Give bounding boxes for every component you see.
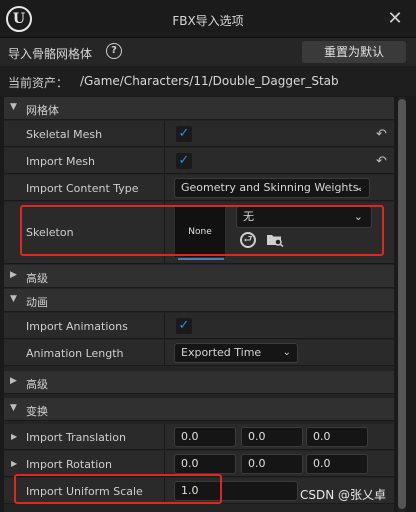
section-label: 动画	[26, 296, 48, 309]
prop-label: Import Translation	[26, 431, 126, 444]
prop-label: Animation Length	[26, 347, 124, 360]
chevron-down-icon: ▼	[10, 102, 17, 112]
dialog-header: 导入骨骼网格体 ? 重置为默认	[0, 38, 416, 66]
prop-import-animations: Import Animations ✓	[4, 313, 394, 339]
prop-skeleton: Skeleton None 无 ⌄ ⮐	[4, 202, 394, 264]
current-asset-label: 当前资产：	[8, 76, 69, 90]
column-divider	[164, 451, 165, 476]
chevron-right-icon[interactable]: ▶	[11, 432, 17, 441]
translation-x-field[interactable]: 0.0	[174, 427, 236, 447]
animation-length-dropdown[interactable]: Exported Time ⌄	[174, 343, 298, 363]
chevron-right-icon: ▶	[10, 376, 17, 386]
chevron-down-icon: ▼	[10, 403, 17, 413]
skeletal-mesh-checkbox[interactable]: ✓	[176, 126, 192, 142]
skeleton-dropdown[interactable]: 无 ⌄	[236, 206, 372, 228]
import-mesh-checkbox[interactable]: ✓	[176, 153, 192, 169]
chevron-down-icon: ⌄	[282, 347, 291, 358]
section-label: 变换	[26, 405, 48, 418]
property-panel: ▼ 网格体 Skeletal Mesh ✓ ↶ Import Mesh ✓ ↶ …	[4, 97, 394, 512]
translation-z-field[interactable]: 0.0	[306, 427, 368, 447]
prop-animation-length: Animation Length Exported Time ⌄	[4, 340, 394, 366]
help-icon[interactable]: ?	[106, 43, 122, 59]
current-asset-path: /Game/Characters/11/Double_Dagger_Stab	[80, 74, 339, 88]
chevron-down-icon: ⌄	[354, 182, 363, 193]
scrollbar[interactable]	[398, 97, 406, 512]
chevron-down-icon: ▼	[10, 294, 17, 304]
reset-arrow-icon[interactable]: ↶	[376, 154, 387, 169]
column-divider	[164, 148, 165, 173]
watermark: CSDN @张乂卓	[300, 488, 387, 502]
section-label: 网格体	[26, 104, 59, 117]
dropdown-value: Geometry and Skinning Weights.	[181, 181, 362, 194]
title-bar: U FBX导入选项 ✕	[0, 0, 416, 38]
import-animations-checkbox[interactable]: ✓	[176, 318, 192, 334]
rotation-z-field[interactable]: 0.0	[306, 454, 368, 474]
thumbnail-label: None	[188, 227, 212, 237]
prop-label: Skeleton	[26, 226, 74, 239]
chevron-right-icon: ▶	[10, 270, 17, 280]
rotation-x-field[interactable]: 0.0	[174, 454, 236, 474]
section-mesh[interactable]: ▼ 网格体	[4, 97, 394, 120]
column-divider	[164, 202, 165, 263]
window-title: FBX导入选项	[172, 14, 244, 28]
use-selected-asset-icon[interactable]: ⮐	[240, 232, 256, 248]
dropdown-value: 无	[243, 210, 254, 223]
column-divider	[164, 313, 165, 338]
skeleton-thumbnail[interactable]: None	[174, 206, 226, 258]
section-advanced-animation[interactable]: ▶ 高级	[4, 371, 394, 394]
prop-import-translation: ▶ Import Translation 0.0 0.0 0.0	[4, 424, 394, 450]
prop-label: Import Content Type	[26, 182, 139, 195]
section-label: 高级	[26, 378, 48, 391]
browse-folder-icon[interactable]	[266, 232, 284, 247]
close-icon[interactable]: ✕	[384, 8, 406, 30]
section-advanced-mesh[interactable]: ▶ 高级	[4, 265, 394, 288]
prop-label: Skeletal Mesh	[26, 128, 103, 141]
prop-label: Import Uniform Scale	[26, 485, 143, 498]
section-transform[interactable]: ▼ 变换	[4, 398, 394, 421]
dropdown-value: Exported Time	[181, 346, 262, 359]
column-divider	[164, 175, 165, 200]
reset-to-default-button[interactable]: 重置为默认	[302, 41, 406, 63]
header-title: 导入骨骼网格体	[8, 47, 93, 61]
column-divider	[164, 424, 165, 449]
prop-import-rotation: ▶ Import Rotation 0.0 0.0 0.0	[4, 451, 394, 477]
current-asset-row: 当前资产： /Game/Characters/11/Double_Dagger_…	[0, 66, 416, 96]
prop-label: Import Animations	[26, 320, 128, 333]
thumbnail-bar	[178, 258, 224, 260]
scrollbar-thumb[interactable]	[398, 99, 406, 509]
prop-label: Import Mesh	[26, 155, 95, 168]
section-animation[interactable]: ▼ 动画	[4, 289, 394, 312]
column-divider	[164, 340, 165, 365]
chevron-right-icon[interactable]: ▶	[11, 459, 17, 468]
reset-arrow-icon[interactable]: ↶	[376, 127, 387, 142]
column-divider	[164, 478, 165, 503]
section-label: 高级	[26, 272, 48, 285]
prop-import-mesh: Import Mesh ✓ ↶	[4, 148, 394, 174]
prop-import-content-type: Import Content Type Geometry and Skinnin…	[4, 175, 394, 201]
column-divider	[164, 121, 165, 146]
translation-y-field[interactable]: 0.0	[241, 427, 303, 447]
uniform-scale-field[interactable]: 1.0	[174, 481, 298, 501]
import-content-type-dropdown[interactable]: Geometry and Skinning Weights. ⌄	[174, 178, 370, 198]
prop-label: Import Rotation	[26, 458, 113, 471]
chevron-down-icon: ⌄	[353, 210, 363, 223]
rotation-y-field[interactable]: 0.0	[241, 454, 303, 474]
prop-skeletal-mesh: Skeletal Mesh ✓ ↶	[4, 121, 394, 147]
